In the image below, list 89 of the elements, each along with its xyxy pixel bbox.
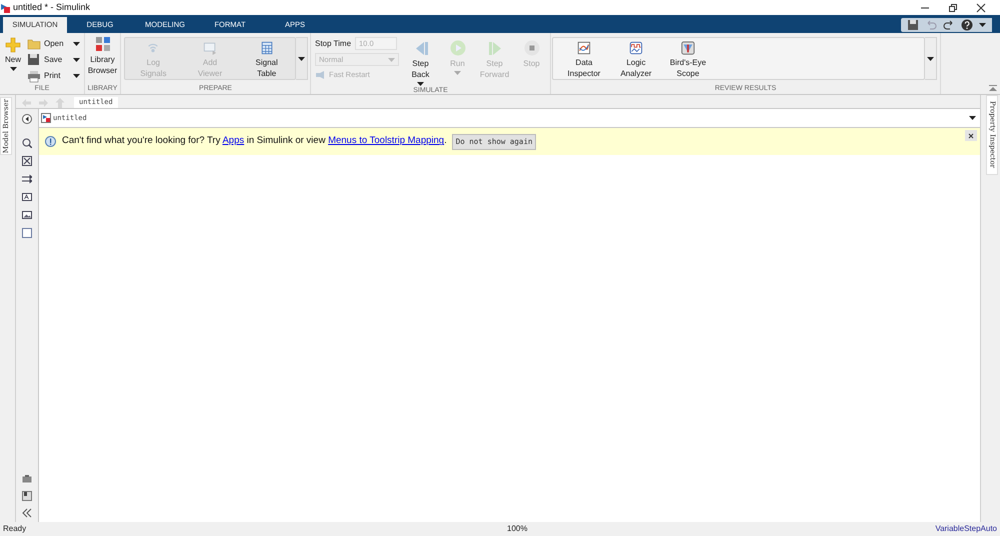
model-icon: [41, 113, 51, 123]
close-icon: [968, 132, 974, 138]
new-button[interactable]: New: [3, 37, 23, 84]
button-label: Signal: [256, 57, 278, 68]
button-label: Viewer: [198, 68, 222, 79]
open-button[interactable]: Open: [27, 37, 80, 51]
annotation-icon: [22, 192, 32, 202]
caret-icon: [927, 56, 934, 60]
tool-button[interactable]: Logic Analyzer: [610, 38, 662, 79]
info-icon: [45, 136, 56, 147]
collapse-icon: [22, 508, 32, 518]
tool-button[interactable]: Step Back: [402, 37, 439, 86]
button-label: Add: [202, 57, 218, 68]
button-label: Scope: [676, 68, 700, 79]
undo-icon: [925, 19, 937, 31]
caret-icon: [417, 82, 424, 86]
gallery-expand-button[interactable]: [296, 37, 308, 80]
forward-arrow-icon: [38, 98, 49, 108]
button-label: Forward: [480, 69, 510, 80]
apps-link[interactable]: Apps: [222, 135, 244, 146]
button-label: Browser: [88, 65, 118, 76]
help-icon: [961, 19, 973, 31]
printer-icon: [27, 69, 41, 83]
tool-button[interactable]: Signal Table: [240, 38, 293, 79]
chart-icon: [576, 41, 592, 55]
back-arrow-icon: [21, 98, 32, 108]
banner-message: Can't find what you're looking for? Try Apps in Simulink or view Menus to Toolstrip Mapping.: [62, 134, 447, 148]
close-icon: [976, 2, 986, 12]
close-button[interactable]: [965, 130, 977, 141]
hide-explorer-icon: [22, 114, 32, 124]
collapse-toolstrip-icon: [989, 85, 997, 92]
fit-view-icon: [22, 156, 32, 166]
save-icon: [27, 53, 41, 67]
step-forward-icon: [486, 40, 502, 56]
button-label: Logic: [626, 57, 646, 68]
button-label: Run: [450, 58, 465, 69]
button-label: Inspector: [568, 68, 600, 79]
scope-icon: [680, 41, 696, 55]
caret-icon: [298, 56, 305, 60]
mapping-link[interactable]: Menus to Toolstrip Mapping: [328, 135, 444, 146]
button-label: Data: [576, 57, 592, 68]
zoom-level: 100%: [507, 523, 528, 535]
maximize-icon: [948, 2, 958, 12]
button-label: Analyzer: [620, 68, 652, 79]
image-icon: [22, 210, 32, 220]
simulink-logo-icon: [0, 2, 11, 14]
button-label: Back: [412, 69, 430, 80]
folder-icon: [27, 37, 41, 51]
tool-button[interactable]: Library Browser: [86, 33, 120, 84]
caret-icon: [73, 74, 80, 78]
up-arrow-icon: [55, 98, 65, 108]
redo-icon: [943, 19, 955, 31]
button-label: Step: [412, 58, 429, 69]
button-label: Step: [486, 58, 503, 69]
caret-icon: [969, 116, 976, 120]
camera-icon: [22, 474, 32, 484]
arrows-icon: [22, 174, 32, 184]
save-button[interactable]: Save: [27, 53, 80, 67]
print-button[interactable]: Print: [27, 69, 80, 83]
caret-icon: [73, 42, 80, 46]
caret-icon: [454, 71, 461, 75]
play-icon: [450, 40, 466, 56]
report-icon: [22, 491, 32, 501]
viewer-icon: [202, 41, 218, 55]
waveform-icon: [628, 41, 644, 55]
stop-icon: [524, 40, 540, 56]
button-label: Library: [90, 54, 115, 65]
caret-icon: [979, 23, 986, 27]
caret-icon: [10, 67, 16, 71]
status-text: Ready: [3, 523, 28, 535]
rectangle-icon: [22, 228, 32, 238]
gallery-expand-button[interactable]: [925, 37, 937, 80]
plus-icon: [5, 37, 21, 53]
stop-time-label: Stop Time: [315, 38, 352, 50]
zoom-icon: [22, 138, 32, 148]
window-title: untitled * - Simulink: [13, 0, 90, 14]
save-icon: [907, 19, 919, 31]
speaker-icon: [315, 70, 326, 80]
caret-icon: [388, 58, 395, 62]
button-label: Table: [257, 68, 276, 79]
button-label: Stop: [523, 58, 540, 69]
button-label: Bird's-Eye: [670, 57, 706, 68]
button-label: Log: [146, 57, 160, 68]
caret-icon: [73, 58, 80, 62]
solver-link[interactable]: VariableStepAuto: [935, 523, 997, 535]
tool-button[interactable]: Data Inspector: [558, 38, 610, 79]
library-grid-icon: [94, 36, 110, 52]
button-label: Signals: [140, 68, 166, 79]
tool-button[interactable]: Bird's-Eye Scope: [662, 38, 714, 79]
